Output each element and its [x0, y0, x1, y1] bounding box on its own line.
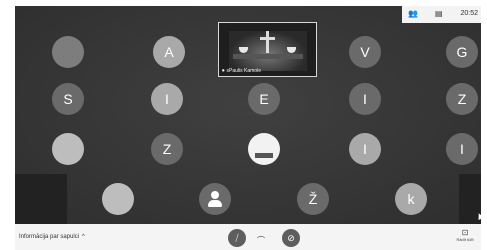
chat-icon[interactable]: ▤ [435, 9, 443, 18]
participant-avatar[interactable]: Z [151, 133, 183, 165]
cross-shape [266, 31, 269, 53]
camera-toggle-button[interactable]: ⊘ [282, 229, 300, 247]
participant-avatar[interactable]: V [349, 36, 381, 68]
clock-time: 20:52 [460, 10, 478, 17]
presenter-name: sPaulis Kamole [226, 68, 261, 74]
altar-shape [233, 54, 303, 59]
phone-hangup-icon: ⌒ [257, 236, 265, 245]
meeting-details-label: Informācija par sapulci [19, 234, 80, 240]
participant-photo-avatar[interactable] [52, 133, 84, 165]
participant-default-avatar[interactable] [199, 183, 231, 215]
participant-photo-avatar[interactable] [248, 133, 280, 165]
camera-off-icon: ⊘ [287, 232, 295, 243]
bottom-toolbar: Informācija par sapulci ^ ⧸ ⌒ ⊘ ⊡ Rādīt … [15, 224, 481, 250]
participant-avatar[interactable]: G [446, 36, 478, 68]
mic-toggle-button[interactable]: ⧸ [228, 229, 246, 247]
participant-avatar[interactable]: Z [446, 83, 478, 115]
participant-avatar[interactable]: E [248, 83, 280, 115]
status-panel: 👥 ▤ 20:52 [402, 6, 481, 23]
landscape-silhouette [255, 152, 273, 158]
present-now-button[interactable]: ⊡ Rādīt tūlīt [453, 228, 477, 248]
cross-shape [260, 37, 275, 40]
mic-icon: ⏺ [222, 68, 225, 74]
people-icon[interactable]: 👥 [408, 9, 418, 18]
participant-avatar[interactable]: I [349, 133, 381, 165]
mic-off-icon: ⧸ [235, 232, 239, 243]
present-now-label: Rādīt tūlīt [456, 237, 474, 242]
participant-avatar[interactable]: k [395, 183, 427, 215]
participant-photo-avatar[interactable] [102, 183, 134, 215]
participant-avatar[interactable]: A [153, 36, 185, 68]
participant-avatar[interactable]: Ž [297, 183, 329, 215]
present-screen-icon: ⊡ [461, 228, 469, 237]
presenter-name-label: ⏺ sPaulis Kamole [222, 68, 261, 74]
presenter-video-tile[interactable]: ⏺ sPaulis Kamole [218, 22, 317, 77]
participant-avatar[interactable]: S [52, 83, 84, 115]
participant-avatar[interactable]: I [446, 133, 478, 165]
video-tile [15, 174, 67, 224]
hangup-button[interactable]: ⌒ [257, 235, 265, 246]
participant-avatar[interactable]: I [151, 83, 183, 115]
participant-photo-avatar[interactable] [52, 36, 84, 68]
participant-avatar[interactable]: I [349, 83, 381, 115]
participant-grid: A V G S I E I Z Z I I Ž k ⏺ sPaulis Kamo… [15, 6, 481, 224]
meeting-details-button[interactable]: Informācija par sapulci ^ [19, 234, 85, 240]
chevron-up-icon: ^ [82, 234, 85, 240]
person-icon [206, 188, 224, 210]
